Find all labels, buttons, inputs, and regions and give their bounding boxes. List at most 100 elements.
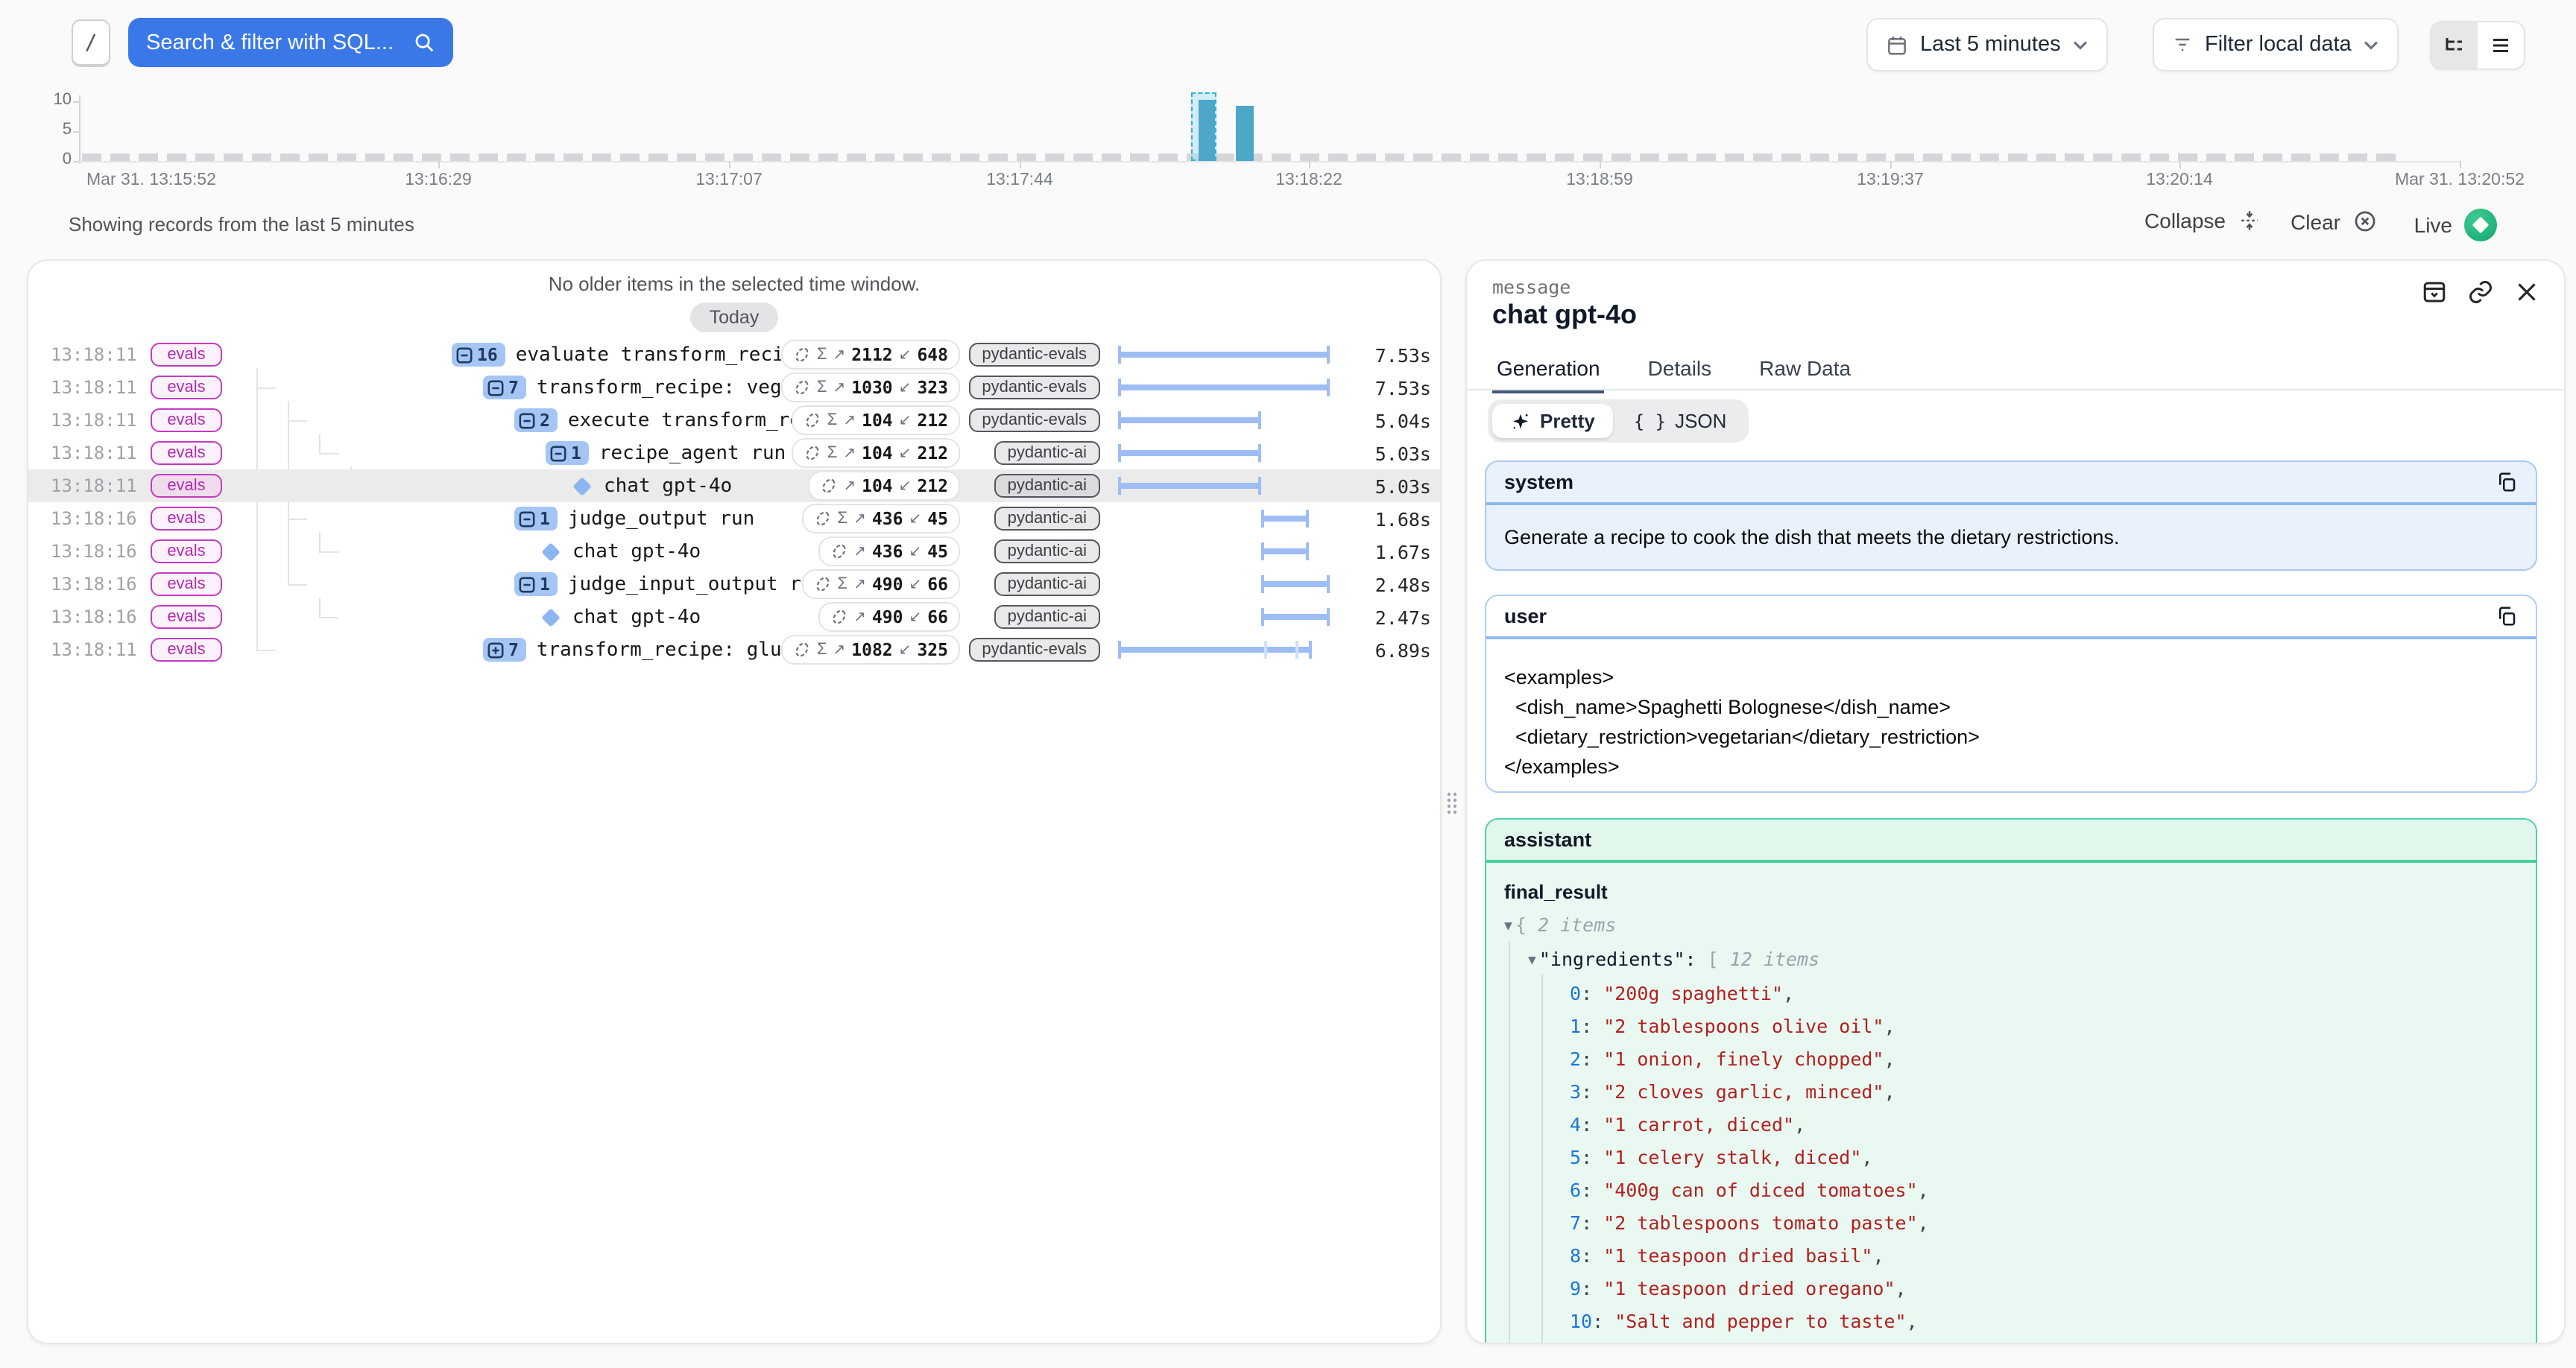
filter-icon bbox=[2172, 34, 2193, 55]
tab-generation[interactable]: Generation bbox=[1492, 356, 1605, 393]
braces-icon: { } bbox=[1634, 411, 1666, 431]
tag-chip[interactable]: pydantic-evals bbox=[968, 638, 1100, 662]
tag-chip[interactable]: pydantic-evals bbox=[968, 408, 1100, 432]
tag-chip[interactable]: pydantic-ai bbox=[994, 572, 1100, 596]
table-row-selected[interactable]: 13:18:11 evals chat gpt-4o ↗104↙212 pyda… bbox=[28, 469, 1440, 502]
search-button[interactable]: Search & filter with SQL... bbox=[128, 18, 453, 67]
evals-badge[interactable]: evals bbox=[151, 343, 221, 367]
tag-chip[interactable]: pydantic-ai bbox=[994, 539, 1100, 563]
chevron-down-icon[interactable]: ▼ bbox=[1504, 911, 1512, 943]
tree-collapse-toggle[interactable]: 1 bbox=[546, 441, 589, 465]
table-row[interactable]: 13:18:16 evals chat gpt-4o ↗436↙45 pydan… bbox=[28, 535, 1440, 568]
table-row[interactable]: 13:18:11 evals 2 execute transform_recip… bbox=[28, 404, 1440, 437]
collapse-icon bbox=[2238, 209, 2261, 232]
chevron-down-icon[interactable]: ▼ bbox=[1528, 945, 1536, 978]
tag-chip[interactable]: pydantic-ai bbox=[994, 441, 1100, 465]
tree-view-icon bbox=[2443, 34, 2466, 57]
evals-badge[interactable]: evals bbox=[151, 376, 221, 399]
slash-shortcut-key: / bbox=[72, 19, 110, 67]
live-toggle[interactable]: Live bbox=[2414, 209, 2497, 241]
json-view-button[interactable]: { } JSON bbox=[1616, 404, 1745, 438]
leaf-diamond-icon bbox=[541, 607, 560, 626]
tree-collapse-toggle[interactable]: 1 bbox=[514, 572, 558, 596]
today-chip[interactable]: Today bbox=[690, 303, 779, 332]
evals-badge[interactable]: evals bbox=[151, 408, 221, 432]
evals-badge[interactable]: evals bbox=[151, 507, 221, 531]
x-axis-label: 13:20:14 bbox=[2146, 171, 2213, 189]
span-name: transform_recipe: gluten_free_recipe bbox=[537, 639, 781, 661]
duration: 5.03s bbox=[1345, 442, 1431, 464]
table-row[interactable]: 13:18:16 evals chat gpt-4o ↗490↙66 pydan… bbox=[28, 601, 1440, 633]
tag-chip[interactable]: pydantic-ai bbox=[994, 474, 1100, 498]
span-name: judge_output run bbox=[568, 507, 754, 530]
pretty-json-segmented-control: Pretty { } JSON bbox=[1488, 399, 1749, 443]
minus-square-icon bbox=[519, 412, 535, 428]
detail-tabs: Generation Details Raw Data bbox=[1492, 356, 1855, 393]
evals-badge[interactable]: evals bbox=[151, 605, 221, 629]
token-metrics-chip: Σ↗104↙212 bbox=[792, 405, 960, 435]
x-axis-line bbox=[79, 161, 2461, 162]
pretty-view-button[interactable]: Pretty bbox=[1492, 404, 1613, 438]
tree-collapse-toggle[interactable]: 7 bbox=[483, 376, 526, 399]
span-name: chat gpt-4o bbox=[572, 540, 701, 563]
tree-collapse-toggle[interactable]: 16 bbox=[452, 343, 505, 367]
live-indicator-icon bbox=[2464, 209, 2497, 241]
panel-resize-handle[interactable] bbox=[1440, 790, 1464, 817]
clear-button[interactable]: Clear bbox=[2291, 209, 2378, 234]
table-row[interactable]: 13:18:11 evals 1 recipe_agent run Σ↗104↙… bbox=[28, 437, 1440, 469]
duration-bar-lane bbox=[1118, 641, 1330, 659]
span-name: chat gpt-4o bbox=[604, 475, 732, 497]
duration-bar-lane bbox=[1118, 575, 1330, 593]
evals-badge[interactable]: evals bbox=[151, 441, 221, 465]
tab-details[interactable]: Details bbox=[1644, 356, 1717, 393]
tag-chip[interactable]: pydantic-ai bbox=[994, 507, 1100, 531]
table-row[interactable]: 13:18:11 evals 7 transform_recipe: veget… bbox=[28, 371, 1440, 404]
duration: 2.47s bbox=[1345, 606, 1431, 628]
evals-badge[interactable]: evals bbox=[151, 638, 221, 662]
tag-chip[interactable]: pydantic-evals bbox=[968, 343, 1100, 367]
table-row[interactable]: 13:18:11 evals 7 transform_recipe: glute… bbox=[28, 633, 1440, 666]
table-row[interactable]: 13:18:16 evals 1 judge_input_output run … bbox=[28, 568, 1440, 601]
tab-raw-data[interactable]: Raw Data bbox=[1755, 356, 1855, 393]
trace-list-panel: No older items in the selected time wind… bbox=[27, 259, 1442, 1344]
filter-local-data-dropdown[interactable]: Filter local data bbox=[2153, 18, 2399, 72]
evals-badge[interactable]: evals bbox=[151, 474, 221, 498]
table-row[interactable]: 13:18:16 evals 1 judge_output run Σ↗436↙… bbox=[28, 502, 1440, 535]
tree-collapse-toggle[interactable]: 1 bbox=[514, 507, 558, 531]
sparkle-icon bbox=[1510, 411, 1531, 431]
token-coin-icon bbox=[819, 477, 837, 495]
link-icon[interactable] bbox=[2467, 279, 2494, 305]
row-timestamp: 13:18:11 bbox=[51, 475, 137, 496]
timeline-plot-area[interactable] bbox=[79, 100, 2461, 161]
dock-panel-icon[interactable] bbox=[2421, 279, 2448, 305]
minus-square-icon bbox=[487, 379, 504, 396]
x-axis-label: 13:19:37 bbox=[1857, 171, 1924, 189]
evals-badge[interactable]: evals bbox=[151, 539, 221, 563]
collapse-button[interactable]: Collapse bbox=[2144, 209, 2261, 232]
y-axis-tick: 10 bbox=[30, 91, 72, 109]
evals-badge[interactable]: evals bbox=[151, 572, 221, 596]
duration: 6.89s bbox=[1345, 639, 1431, 661]
duration: 2.48s bbox=[1345, 573, 1431, 595]
tree-view-button[interactable] bbox=[2431, 22, 2478, 69]
role-label: assistant bbox=[1504, 829, 1591, 851]
token-metrics-chip: Σ↗436↙45 bbox=[802, 504, 960, 533]
tag-chip[interactable]: pydantic-evals bbox=[968, 376, 1100, 399]
tree-expand-toggle[interactable]: 7 bbox=[483, 638, 526, 662]
table-row[interactable]: 13:18:11 evals 16 evaluate transform_rec… bbox=[28, 338, 1440, 371]
copy-icon[interactable] bbox=[2496, 471, 2518, 493]
duration-bar-lane bbox=[1118, 477, 1330, 495]
x-axis-label: 13:17:07 bbox=[695, 171, 763, 189]
timeline-bar[interactable] bbox=[1236, 106, 1254, 161]
time-range-dropdown[interactable]: Last 5 minutes bbox=[1866, 18, 2109, 72]
timeline-bar[interactable] bbox=[1199, 100, 1215, 161]
x-axis-label: 13:18:22 bbox=[1275, 171, 1342, 189]
leaf-diamond-icon bbox=[572, 476, 591, 495]
list-view-button[interactable] bbox=[2478, 22, 2524, 69]
copy-icon[interactable] bbox=[2496, 605, 2518, 627]
row-timestamp: 13:18:16 bbox=[51, 541, 137, 562]
y-axis-tick: 5 bbox=[30, 121, 72, 139]
close-icon[interactable] bbox=[2513, 279, 2540, 305]
tree-collapse-toggle[interactable]: 2 bbox=[514, 408, 558, 432]
tag-chip[interactable]: pydantic-ai bbox=[994, 605, 1100, 629]
